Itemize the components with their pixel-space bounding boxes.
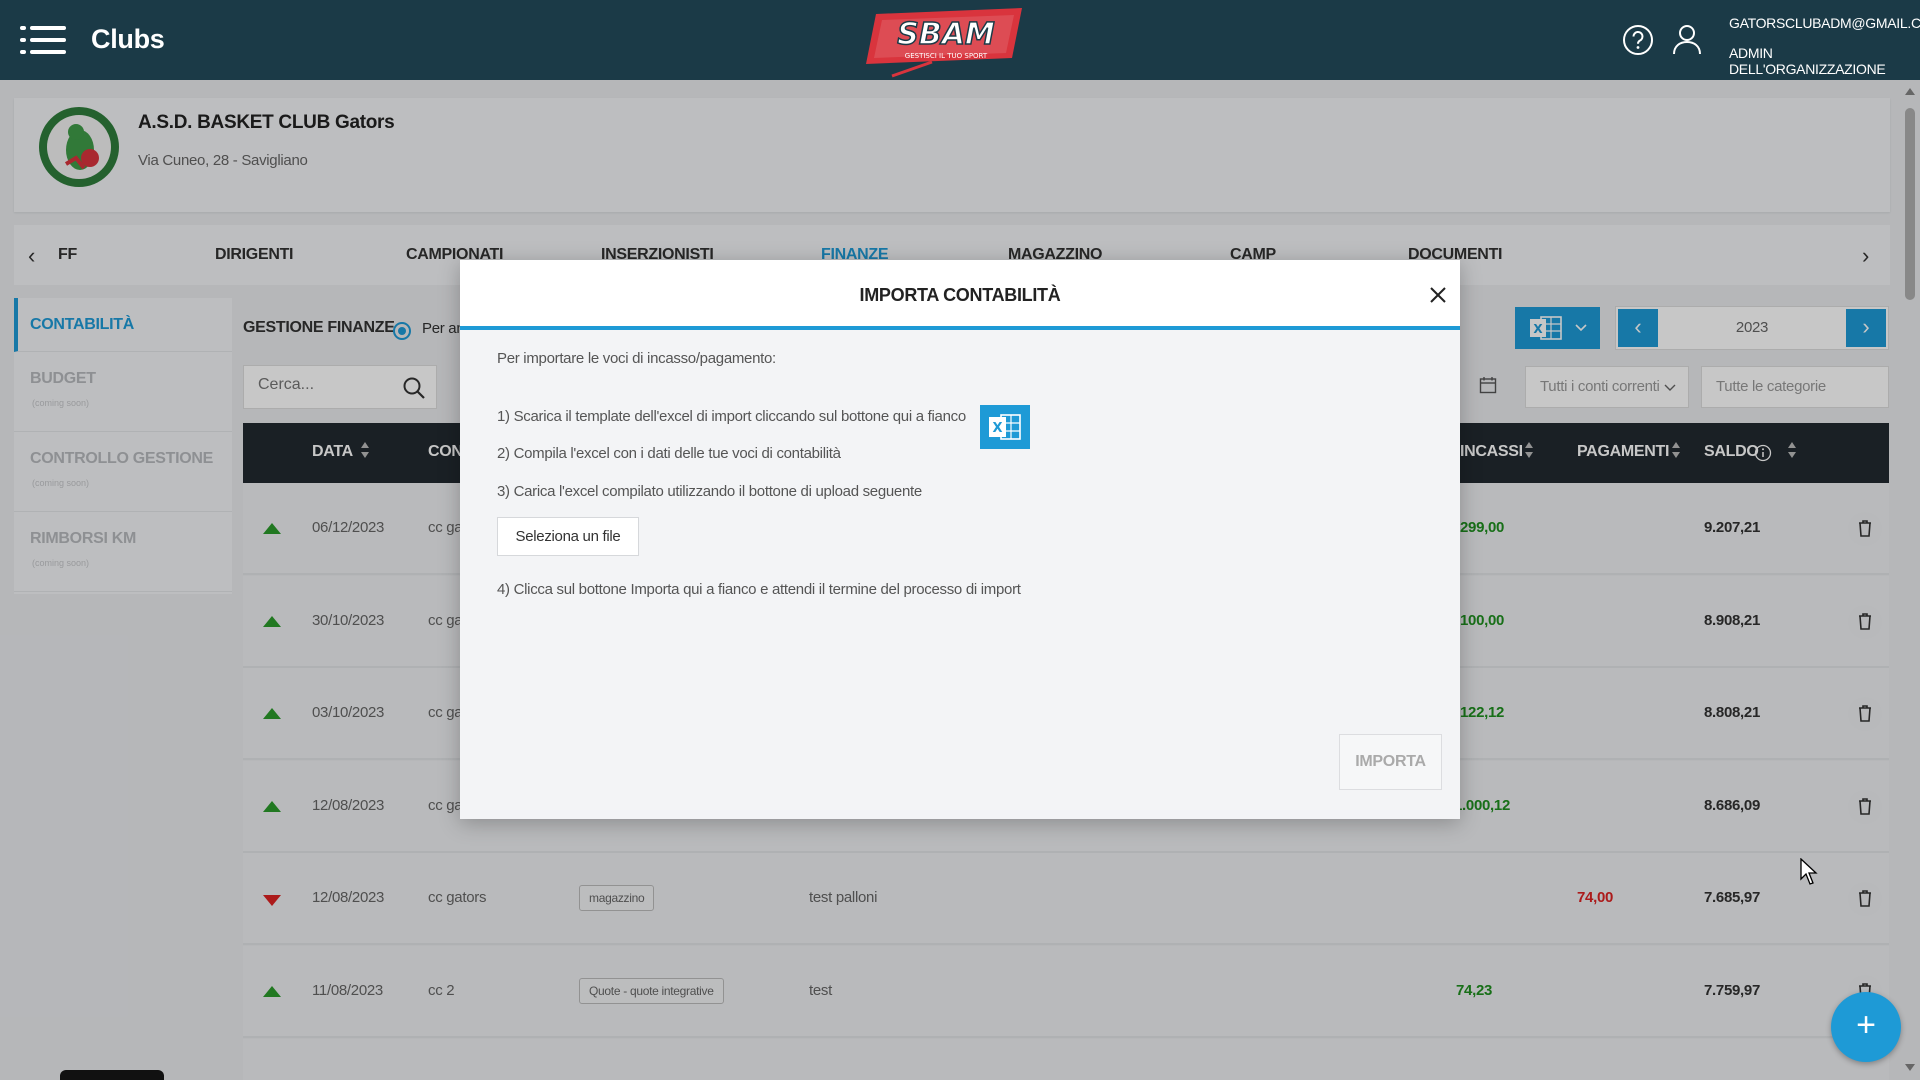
scroll-up-icon[interactable] [1905,88,1915,95]
download-template-button[interactable]: X [980,405,1030,449]
svg-text:X: X [992,421,1002,436]
add-entry-button[interactable]: + [1831,992,1901,1062]
svg-text:GESTISCI IL TUO SPORT: GESTISCI IL TUO SPORT [905,52,988,60]
close-icon[interactable] [1428,285,1448,305]
import-modal: IMPORTA CONTABILITÀ Per importare le voc… [460,260,1460,819]
modal-step-3: 3) Carica l'excel compilato utilizzando … [497,483,922,500]
scroll-down-icon[interactable] [1905,1064,1915,1071]
import-button[interactable]: IMPORTA [1339,734,1442,790]
modal-step-2: 2) Compila l'excel con i dati delle tue … [497,445,841,462]
mouse-cursor-icon [1800,858,1818,885]
top-bar: Clubs SBAM GESTISCI IL TUO SPORT GATORSC… [0,0,1920,80]
modal-header: IMPORTA CONTABILITÀ [460,260,1460,330]
user-email: GATORSCLUBADM@GMAIL.COM [1729,15,1920,31]
hamburger-menu-icon[interactable] [20,26,66,54]
app-title: Clubs [91,24,165,54]
modal-step-4: 4) Clicca sul bottone Importa qui a fian… [497,581,1021,598]
bottom-tab-handle[interactable] [60,1070,164,1080]
user-icon[interactable] [1672,23,1702,55]
sbam-logo[interactable]: SBAM GESTISCI IL TUO SPORT [862,6,1030,78]
page-scrollbar[interactable] [1902,82,1918,1080]
user-role: ADMIN DELL'ORGANIZZAZIONE [1729,45,1886,77]
select-file-button[interactable]: Seleziona un file [497,517,639,556]
scroll-thumb[interactable] [1905,108,1915,300]
help-icon[interactable] [1622,24,1654,56]
modal-title: IMPORTA CONTABILITÀ [859,285,1061,305]
svg-text:SBAM: SBAM [897,17,995,52]
modal-intro: Per importare le voci di incasso/pagamen… [497,350,776,367]
excel-icon: X [989,414,1021,440]
modal-step-1: 1) Scarica il template dell'excel di imp… [497,408,966,425]
